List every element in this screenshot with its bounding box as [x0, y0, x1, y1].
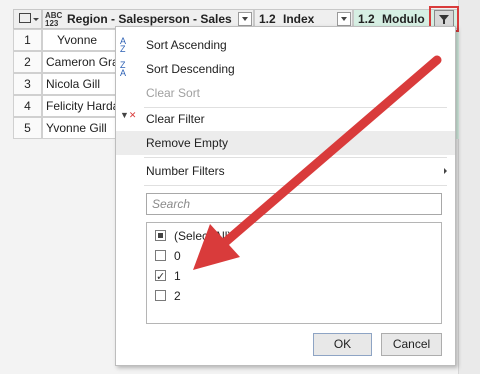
menu-item-label: Number Filters — [146, 164, 225, 178]
list-item-label: (Select All) — [174, 229, 232, 243]
sort-descending-icon: ZA — [120, 60, 127, 78]
menu-sort-ascending[interactable]: AZ Sort Ascending — [116, 33, 455, 57]
sort-ascending-icon: AZ — [120, 36, 127, 54]
row-number[interactable]: 3 — [13, 73, 42, 95]
column-dropdown-button[interactable] — [337, 12, 351, 26]
menu-item-label: Clear Sort — [146, 86, 201, 100]
checkbox-unchecked[interactable] — [155, 290, 166, 301]
table-cell[interactable]: Felicity Hardac — [42, 95, 116, 117]
row-number[interactable]: 5 — [13, 117, 42, 139]
table-cell[interactable]: Yvonne Vau — [42, 29, 116, 67]
cancel-button[interactable]: Cancel — [381, 333, 442, 356]
menu-sort-descending[interactable]: ZA Sort Descending — [116, 57, 455, 81]
menu-number-filters[interactable]: Number Filters — [116, 159, 455, 183]
menu-separator — [144, 185, 447, 186]
chevron-right-icon — [444, 168, 447, 174]
list-item-label: 2 — [174, 289, 181, 303]
menu-item-label: Clear Filter — [146, 112, 205, 126]
checkbox-partial[interactable] — [155, 230, 166, 241]
table-icon — [19, 13, 31, 23]
filter-values-list[interactable]: (Select All) 0 1 2 — [146, 222, 442, 324]
ok-button[interactable]: OK — [313, 333, 372, 356]
table-select-all-corner[interactable] — [13, 9, 42, 29]
list-item-label: 0 — [174, 249, 181, 263]
row-number[interactable]: 1 — [13, 29, 42, 51]
menu-item-label: Sort Descending — [146, 62, 235, 76]
row-number[interactable]: 4 — [13, 95, 42, 117]
menu-item-label: Remove Empty — [146, 136, 229, 150]
chevron-down-icon — [33, 18, 39, 21]
search-input[interactable]: Search — [146, 193, 442, 215]
table-cell[interactable]: Cameron Gray — [42, 51, 116, 73]
checkbox-unchecked[interactable] — [155, 250, 166, 261]
column-dropdown-button[interactable] — [238, 12, 252, 26]
menu-clear-filter[interactable]: ▼✕ Clear Filter — [116, 107, 455, 131]
list-item-label: 1 — [174, 269, 181, 283]
checkbox-checked[interactable] — [155, 267, 166, 287]
column-filter-menu: AZ Sort Ascending ZA Sort Descending Cle… — [115, 26, 456, 366]
menu-remove-empty[interactable]: Remove Empty — [116, 131, 455, 155]
table-cell[interactable]: Nicola Gill — [42, 73, 116, 95]
menu-separator — [144, 157, 447, 158]
text-type-icon: ABC 123 — [45, 11, 63, 28]
menu-item-label: Sort Ascending — [146, 38, 227, 52]
menu-clear-sort[interactable]: Clear Sort — [116, 81, 455, 105]
row-number[interactable]: 2 — [13, 51, 42, 73]
right-scroll-strip[interactable] — [458, 0, 480, 374]
table-cell[interactable]: Yvonne Gill — [42, 117, 116, 139]
clear-filter-icon: ▼✕ — [120, 110, 137, 120]
